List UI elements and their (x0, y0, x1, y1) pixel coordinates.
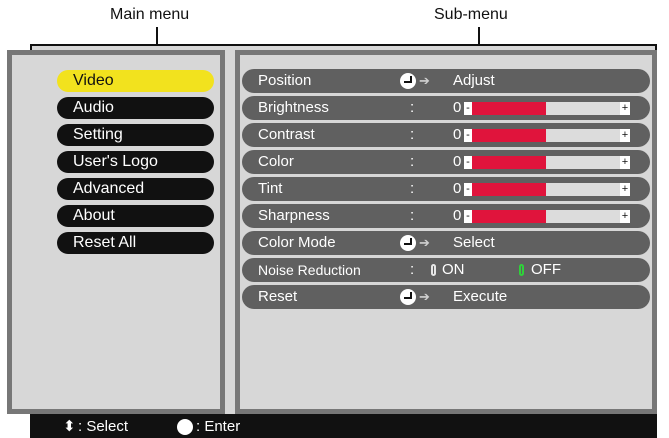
submenu-row-contrast[interactable]: Contrast : 0 - + (242, 123, 650, 147)
minus-icon: - (464, 183, 472, 196)
slider-label: Contrast (258, 126, 315, 143)
slider-value: 0 (453, 126, 462, 143)
minus-icon: - (464, 156, 472, 169)
slider-fill (472, 156, 546, 169)
arrow-right-icon: ➔ (419, 73, 430, 88)
radio-on-indicator-icon[interactable] (431, 264, 436, 276)
reset-label: Reset (258, 288, 298, 305)
slider-label: Sharpness (258, 207, 330, 224)
slider-label: Brightness (258, 99, 329, 116)
slider-fill (472, 210, 546, 223)
colon: : (410, 180, 415, 197)
slider-fill (472, 183, 546, 196)
slider-fill (472, 129, 546, 142)
colon: : (410, 153, 415, 170)
sub-menu-callout: Sub-menu (434, 6, 508, 23)
radio-off-label: OFF (531, 261, 561, 278)
submenu-row-sharpness[interactable]: Sharpness : 0 - + (242, 204, 650, 228)
submenu-row-brightness[interactable]: Brightness : 0 - + (242, 96, 650, 120)
menu-item-setting[interactable]: Setting (57, 124, 214, 146)
minus-icon: - (464, 210, 472, 223)
arrow-right-icon: ➔ (419, 235, 430, 250)
submenu-row-reset[interactable]: Reset ➔ Execute (242, 285, 650, 309)
submenu-row-position[interactable]: Position ➔ Adjust (242, 69, 650, 93)
enter-icon (400, 289, 416, 305)
brightness-slider[interactable]: - + (464, 102, 630, 115)
slider-value: 0 (453, 180, 462, 197)
color-slider[interactable]: - + (464, 156, 630, 169)
plus-icon: + (620, 210, 630, 223)
slider-value: 0 (453, 99, 462, 116)
slider-fill (472, 102, 546, 115)
submenu-row-tint[interactable]: Tint : 0 - + (242, 177, 650, 201)
colon: : (410, 207, 415, 224)
plus-icon: + (620, 156, 630, 169)
hint-bar: ⬍ : Select : Enter (30, 416, 657, 438)
colon: : (410, 126, 415, 143)
main-menu-callout: Main menu (110, 6, 190, 23)
submenu-row-noise-reduction[interactable]: Noise Reduction : ON OFF (242, 258, 650, 282)
minus-icon: - (464, 129, 472, 142)
menu-item-reset-all[interactable]: Reset All (57, 232, 214, 254)
noise-reduction-label: Noise Reduction (258, 262, 361, 278)
menu-item-advanced[interactable]: Advanced (57, 178, 214, 200)
enter-icon (177, 419, 193, 435)
contrast-slider[interactable]: - + (464, 129, 630, 142)
radio-off-indicator-icon[interactable] (519, 264, 524, 276)
arrow-right-icon: ➔ (419, 289, 430, 304)
enter-icon (400, 73, 416, 89)
tint-slider[interactable]: - + (464, 183, 630, 196)
select-hint: : Select (78, 418, 129, 435)
minus-icon: - (464, 102, 472, 115)
menu-item-users-logo[interactable]: User's Logo (57, 151, 214, 173)
menu-item-audio[interactable]: Audio (57, 97, 214, 119)
slider-label: Tint (258, 180, 283, 197)
colon: : (410, 99, 415, 116)
submenu-row-color[interactable]: Color : 0 - + (242, 150, 650, 174)
plus-icon: + (620, 129, 630, 142)
plus-icon: + (620, 183, 630, 196)
up-down-arrow-icon: ⬍ (63, 418, 76, 435)
slider-value: 0 (453, 207, 462, 224)
reset-action: Execute (453, 288, 508, 305)
enter-icon (400, 235, 416, 251)
sharpness-slider[interactable]: - + (464, 210, 630, 223)
menu-item-about[interactable]: About (57, 205, 214, 227)
position-action: Adjust (453, 72, 495, 89)
color-mode-label: Color Mode (258, 234, 336, 251)
slider-value: 0 (453, 153, 462, 170)
slider-label: Color (258, 153, 294, 170)
radio-on-label: ON (442, 261, 465, 278)
colon: : (410, 261, 415, 278)
color-mode-action: Select (453, 234, 495, 251)
menu-item-video[interactable]: Video (57, 70, 214, 92)
enter-hint: : Enter (196, 418, 241, 435)
position-label: Position (258, 72, 312, 89)
plus-icon: + (620, 102, 630, 115)
submenu-row-color-mode[interactable]: Color Mode ➔ Select (242, 231, 650, 255)
